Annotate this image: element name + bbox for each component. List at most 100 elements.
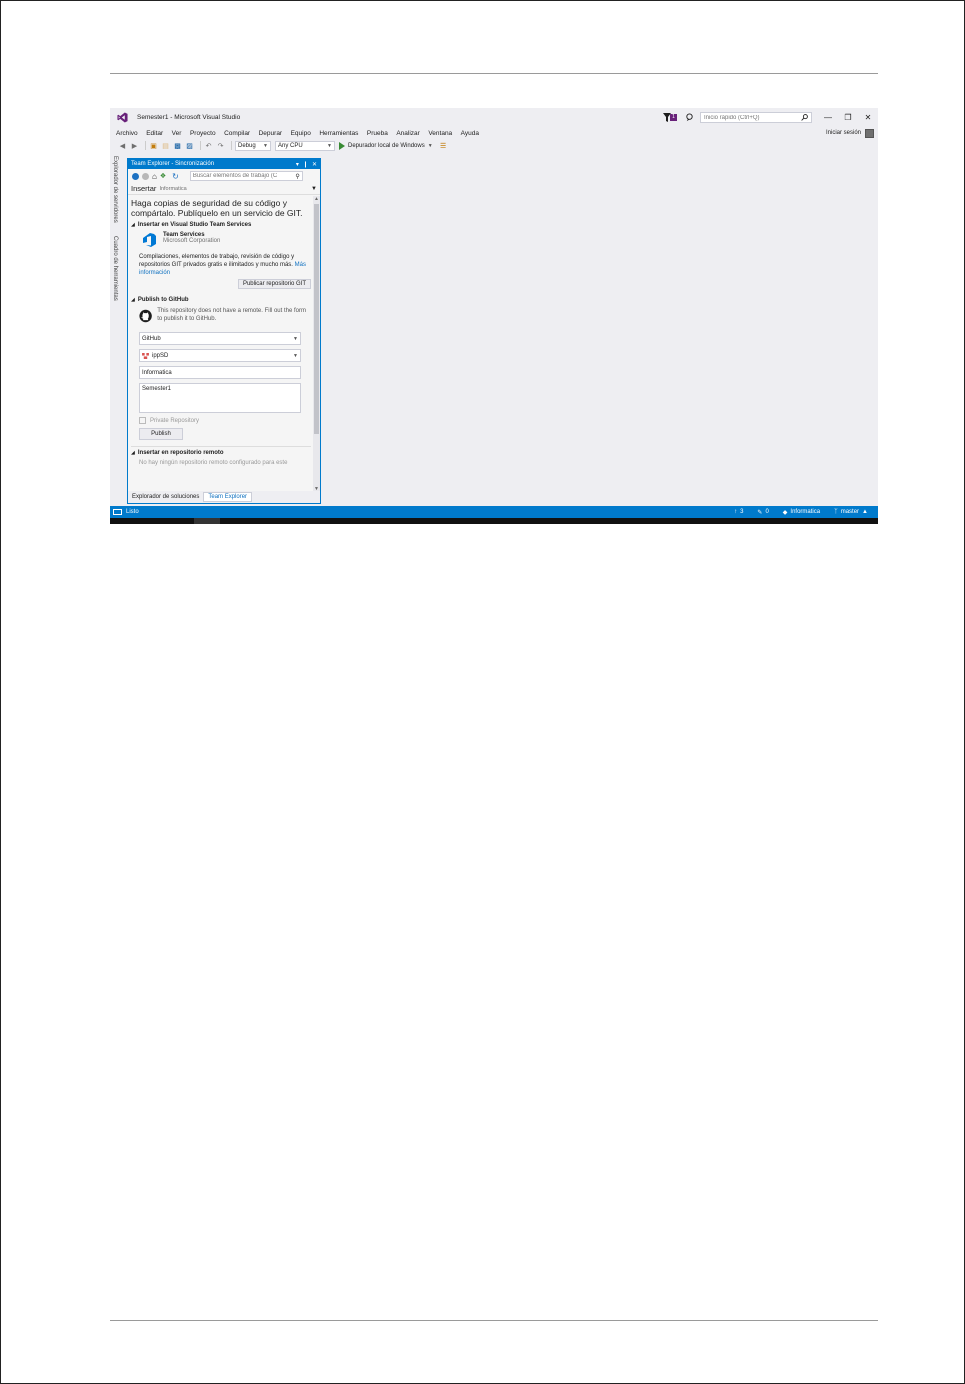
windows-taskbar bbox=[110, 518, 878, 524]
github-section-header[interactable]: ◢ Publish to GitHub bbox=[131, 297, 311, 303]
pending-changes-button[interactable]: ✎ 0 bbox=[757, 509, 768, 516]
home-icon[interactable]: ⌂ bbox=[152, 172, 157, 181]
search-icon: ⚲ bbox=[295, 173, 300, 180]
tab-solution-explorer[interactable]: Explorador de soluciones bbox=[128, 492, 203, 502]
menu-proyecto[interactable]: Proyecto bbox=[190, 130, 216, 137]
owner-value-group: ippSD bbox=[142, 352, 168, 359]
close-button[interactable]: ✕ bbox=[858, 108, 878, 127]
menu-ventana[interactable]: Ventana bbox=[428, 130, 452, 137]
chevron-down-icon: ▼ bbox=[327, 142, 332, 149]
github-host-value: GitHub bbox=[142, 335, 161, 342]
chevron-down-icon: ▼ bbox=[293, 352, 298, 359]
team-services-icon bbox=[143, 233, 156, 247]
quick-launch-input[interactable] bbox=[704, 114, 796, 121]
pin-icon[interactable]: ❙ bbox=[303, 161, 308, 168]
private-repository-option[interactable]: Private Repository bbox=[131, 417, 311, 424]
toolbox-tab[interactable]: Cuadro de herramientas bbox=[112, 236, 118, 301]
toolbar-extra-icon[interactable]: ☰ bbox=[439, 141, 448, 150]
menu-editar[interactable]: Editar bbox=[146, 130, 163, 137]
sign-in-label: Iniciar sesión bbox=[825, 130, 861, 136]
connect-icon[interactable]: ❖ bbox=[160, 172, 166, 180]
chevron-down-icon[interactable]: ▼ bbox=[311, 186, 317, 192]
remote-section-header[interactable]: ◢ Insertar en repositorio remoto bbox=[131, 450, 311, 456]
toolbar-separator bbox=[200, 141, 201, 150]
collapse-triangle-icon: ◢ bbox=[131, 450, 135, 456]
panel-close-icon[interactable]: ✕ bbox=[312, 161, 317, 168]
private-repository-checkbox[interactable] bbox=[139, 417, 146, 424]
minimize-button[interactable]: — bbox=[818, 108, 838, 127]
server-explorer-tab[interactable]: Explorador de servidores bbox=[112, 156, 118, 223]
toolbar-separator bbox=[231, 141, 232, 150]
menu-herramientas[interactable]: Herramientas bbox=[319, 130, 358, 137]
save-icon[interactable]: ▩ bbox=[173, 141, 182, 150]
forward-icon[interactable] bbox=[142, 172, 149, 180]
chevron-down-icon: ▼ bbox=[293, 335, 298, 342]
service-publisher: Microsoft Corporation bbox=[163, 238, 221, 244]
menu-compilar[interactable]: Compilar bbox=[224, 130, 250, 137]
repository-description-input[interactable]: Semester1 bbox=[139, 383, 301, 413]
start-debugging-button[interactable]: Depurador local de Windows ▼ bbox=[339, 141, 433, 150]
menu-prueba[interactable]: Prueba bbox=[367, 130, 388, 137]
repository-name-input[interactable]: Informatica bbox=[139, 366, 301, 379]
new-project-icon[interactable]: ▣ bbox=[149, 141, 158, 150]
github-info-row: This repository does not have a remote. … bbox=[131, 307, 311, 325]
navigate-back-icon[interactable]: ◀ bbox=[118, 141, 127, 150]
menu-ayuda[interactable]: Ayuda bbox=[461, 130, 479, 137]
page-title: Insertar bbox=[131, 184, 157, 193]
collapse-triangle-icon: ◢ bbox=[131, 222, 135, 228]
output-window-icon bbox=[113, 509, 122, 515]
menu-analizar[interactable]: Analizar bbox=[396, 130, 419, 137]
scrollbar-thumb[interactable] bbox=[314, 204, 319, 434]
save-all-icon[interactable]: ▨ bbox=[185, 141, 194, 150]
team-explorer-scrollbar[interactable]: ▲ ▼ bbox=[313, 196, 320, 492]
solution-configuration-combo[interactable]: Debug ▼ bbox=[235, 140, 271, 151]
back-icon[interactable] bbox=[132, 172, 139, 180]
undo-icon[interactable]: ↶ bbox=[204, 141, 213, 150]
unpublished-commits-button[interactable]: ↑ 3 bbox=[734, 509, 743, 515]
arrow-up-icon: ↑ bbox=[734, 509, 738, 515]
chevron-down-icon: ▼ bbox=[263, 142, 268, 149]
restore-button[interactable]: ❐ bbox=[838, 108, 858, 127]
team-explorer-panel: Team Explorer - Sincronización ▾ ❙ ✕ ⌂ ❖… bbox=[127, 158, 321, 504]
page-subtitle: Informatica bbox=[159, 185, 187, 192]
tab-team-explorer[interactable]: Team Explorer bbox=[203, 492, 253, 502]
open-file-icon[interactable]: ▤ bbox=[161, 141, 170, 150]
work-item-search-box[interactable]: ⚲ bbox=[189, 171, 303, 181]
page-header-rule bbox=[110, 73, 878, 74]
github-owner-select[interactable]: ippSD ▼ bbox=[139, 349, 301, 362]
publish-git-repo-button[interactable]: Publicar repositorio GIT bbox=[237, 279, 311, 289]
branch-button[interactable]: ᛉ master ▲ bbox=[834, 509, 868, 515]
repository-button[interactable]: ◆ Informatica bbox=[783, 509, 820, 516]
close-icon: ✕ bbox=[864, 113, 872, 122]
panel-dropdown-icon[interactable]: ▾ bbox=[296, 161, 299, 168]
github-host-select[interactable]: GitHub ▼ bbox=[139, 332, 301, 345]
menu-archivo[interactable]: Archivo bbox=[116, 130, 138, 137]
user-avatar-icon bbox=[865, 128, 874, 138]
taskbar-button[interactable] bbox=[194, 518, 220, 524]
title-bar: Semester1 - Microsoft Visual Studio 1 — bbox=[110, 108, 878, 127]
github-description: This repository does not have a remote. … bbox=[157, 308, 306, 322]
work-item-search-input[interactable] bbox=[192, 173, 288, 179]
quick-launch-box[interactable] bbox=[700, 112, 812, 123]
solution-platform-combo[interactable]: Any CPU ▼ bbox=[275, 140, 335, 151]
branch-name: master bbox=[840, 509, 860, 515]
team-explorer-nav[interactable]: Insertar Informatica ▼ bbox=[128, 183, 320, 195]
chevron-down-icon: ▼ bbox=[427, 142, 433, 149]
menu-equipo[interactable]: Equipo bbox=[291, 130, 311, 137]
refresh-icon[interactable]: ↻ bbox=[172, 172, 179, 181]
redo-icon[interactable]: ↷ bbox=[216, 141, 225, 150]
github-section-title: Publish to GitHub bbox=[137, 297, 189, 303]
menu-bar: Archivo Editar Ver Proyecto Compilar Dep… bbox=[110, 127, 878, 139]
notifications-button[interactable]: 1 bbox=[663, 113, 677, 122]
vsts-section-header[interactable]: ◢ Insertar en Visual Studio Team Service… bbox=[131, 222, 311, 228]
menu-ver[interactable]: Ver bbox=[172, 130, 182, 137]
publish-button[interactable]: Publish bbox=[139, 428, 183, 440]
navigate-forward-icon[interactable]: ▶ bbox=[130, 141, 139, 150]
repository-name-value: Informatica bbox=[142, 369, 172, 376]
menu-depurar[interactable]: Depurar bbox=[259, 130, 282, 137]
scroll-up-icon[interactable]: ▲ bbox=[314, 196, 319, 202]
sign-in-button[interactable]: Iniciar sesión bbox=[826, 127, 874, 139]
feedback-icon[interactable] bbox=[685, 113, 694, 122]
vsts-section-title: Insertar en Visual Studio Team Services bbox=[137, 222, 252, 228]
status-text: Listo bbox=[126, 509, 139, 515]
